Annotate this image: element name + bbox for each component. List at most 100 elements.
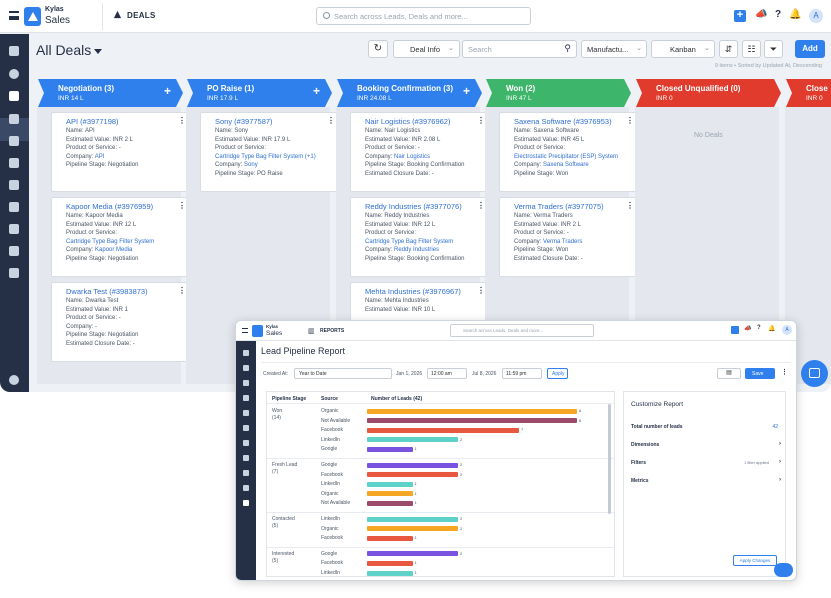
refresh-button[interactable]: ↻ <box>368 40 388 58</box>
dashboard-icon[interactable] <box>9 46 19 56</box>
workflow-icon[interactable] <box>9 224 19 234</box>
products-icon[interactable] <box>243 425 249 431</box>
table-scrollbar[interactable] <box>608 404 611 514</box>
sort-button[interactable]: ⇵ <box>719 40 738 58</box>
lead-count-bar[interactable] <box>367 570 413 576</box>
time-from-input[interactable]: 12:00 am <box>427 368 467 379</box>
view-selector[interactable]: All Deals <box>36 42 103 58</box>
deal-title-link[interactable]: Dwarka Test (#3983873) <box>66 287 148 296</box>
field-value[interactable]: Saxena Software <box>543 162 589 168</box>
report-search-input[interactable]: Search across Leads, Deals and more... <box>450 324 594 337</box>
card-menu-icon[interactable]: ⋮ <box>178 116 186 125</box>
lead-count-bar[interactable] <box>367 427 519 433</box>
deal-search-input[interactable]: Search ⚲ <box>462 40 577 58</box>
companies-icon[interactable] <box>243 410 249 416</box>
lead-count-bar[interactable] <box>367 491 413 497</box>
deal-info-select[interactable]: Deal Info ⌄ <box>393 40 460 58</box>
deal-card[interactable]: Kapoor Media (#3976959) ⋮ Name: Kapoor Med… <box>51 197 193 277</box>
reports-icon[interactable] <box>9 268 19 278</box>
deal-title-link[interactable]: Mehta Industries (#3976967) <box>365 287 461 296</box>
calendar-icon[interactable] <box>9 202 19 212</box>
deal-title-link[interactable]: API (#3977198) <box>66 117 119 126</box>
deal-title-link[interactable]: Kapoor Media (#3976959) <box>66 202 153 211</box>
deal-title-link[interactable]: Reddy Industries (#3977076) <box>365 202 462 211</box>
field-value[interactable]: Reddy Industries <box>394 247 439 253</box>
deal-card[interactable]: Verma Traders (#3977075) ⋮ Name: Verma Tra… <box>499 197 641 277</box>
deal-card[interactable]: API (#3977198) ⋮ Name: API Estimated Value:… <box>51 112 193 192</box>
contacts-icon[interactable] <box>243 365 249 371</box>
field-value[interactable]: API <box>95 154 105 160</box>
lead-count-bar[interactable] <box>367 500 413 506</box>
lead-count-bar[interactable] <box>367 472 458 478</box>
date-to[interactable]: Jul 8, 2026 <box>472 371 496 377</box>
add-deal-button[interactable]: Add <box>795 40 825 58</box>
deal-card[interactable]: Sony (#3977587) ⋮ Name: Sony Estimated Valu… <box>200 112 342 192</box>
help-icon[interactable]: ? <box>772 9 784 20</box>
apply-date-button[interactable]: Apply <box>547 368 568 379</box>
deal-title-link[interactable]: Saxena Software (#3976953) <box>514 117 612 126</box>
columns-button[interactable]: ☷ <box>742 40 761 58</box>
lead-count-bar[interactable] <box>367 481 413 487</box>
deal-title-link[interactable]: Nair Logistics (#3976962) <box>365 117 450 126</box>
layout-select[interactable]: Kanban ⌄ <box>651 40 715 58</box>
settings-gear-icon[interactable] <box>9 375 19 385</box>
quick-add-button[interactable]: + <box>734 10 746 22</box>
lead-count-bar[interactable] <box>367 551 458 557</box>
add-to-stage-button[interactable]: + <box>164 84 171 98</box>
field-value[interactable]: Cartridge Type Bag Filter System (+1) <box>215 154 316 160</box>
dashboard-icon[interactable] <box>243 350 249 356</box>
card-menu-icon[interactable]: ⋮ <box>477 201 485 210</box>
deal-card[interactable]: Dwarka Test (#3983873) ⋮ Name: Dwarka Test… <box>51 282 193 362</box>
card-menu-icon[interactable]: ⋮ <box>626 116 634 125</box>
reports-icon[interactable] <box>243 500 249 506</box>
lead-count-bar[interactable] <box>367 437 458 443</box>
marketing-icon[interactable] <box>9 246 19 256</box>
dimensions-section[interactable]: Dimensions › <box>631 441 781 448</box>
megaphone-icon[interactable]: 📣 <box>744 325 751 332</box>
metrics-section[interactable]: Metrics › <box>631 477 781 484</box>
report-chat-button[interactable] <box>774 563 793 577</box>
card-menu-icon[interactable]: ⋮ <box>327 116 335 125</box>
leads-icon[interactable] <box>9 114 19 124</box>
field-value[interactable]: Electrostatic Precipitator (ESP) System <box>514 154 618 160</box>
companies-icon[interactable] <box>9 136 19 146</box>
bell-icon[interactable]: 🔔 <box>768 325 775 332</box>
add-to-stage-button[interactable]: + <box>463 84 470 98</box>
tasks-icon[interactable] <box>9 180 19 190</box>
global-search-input[interactable]: Search across Leads, Deals and more... <box>316 7 531 25</box>
hamburger-menu-icon[interactable] <box>9 11 19 20</box>
card-menu-icon[interactable]: ⋮ <box>477 286 485 295</box>
date-range-select[interactable]: Year to Date <box>294 368 392 379</box>
deals-icon[interactable] <box>9 91 19 101</box>
field-value[interactable]: Nair Logistics <box>394 154 430 160</box>
apply-changes-button[interactable]: Apply Changes <box>733 555 777 566</box>
card-menu-icon[interactable]: ⋮ <box>626 201 634 210</box>
megaphone-icon[interactable]: 📣 <box>755 9 767 20</box>
field-value[interactable]: Verma Traders <box>543 239 582 245</box>
lead-count-bar[interactable] <box>367 560 413 566</box>
lead-count-bar[interactable] <box>367 418 577 424</box>
calendar-icon[interactable] <box>243 455 249 461</box>
lead-count-bar[interactable] <box>367 516 458 522</box>
deal-card[interactable]: Saxena Software (#3976953) ⋮ Name: Saxena … <box>499 112 641 192</box>
help-icon[interactable]: ? <box>757 325 761 331</box>
tasks-icon[interactable] <box>243 440 249 446</box>
deal-card[interactable]: Nair Logistics (#3976962) ⋮ Name: Nair Log… <box>350 112 492 192</box>
field-value[interactable]: Kapoor Media <box>95 247 132 253</box>
contacts-icon[interactable] <box>9 69 19 79</box>
deals-icon[interactable] <box>243 380 249 386</box>
chart-type-button[interactable]: ▤ <box>717 368 741 379</box>
card-menu-icon[interactable]: ⋮ <box>178 286 186 295</box>
leads-icon[interactable] <box>243 395 249 401</box>
chat-support-button[interactable] <box>801 360 828 387</box>
field-value[interactable]: Cartridge Type Bag Filter System <box>66 239 154 245</box>
workflow-icon[interactable] <box>243 470 249 476</box>
lead-count-bar[interactable] <box>367 526 458 532</box>
filters-section[interactable]: Filters 1 filter applied › <box>631 459 781 466</box>
lead-count-bar[interactable] <box>367 446 413 452</box>
manufacturer-filter-select[interactable]: Manufactu... ⌄ <box>581 40 647 58</box>
lead-count-bar[interactable] <box>367 535 413 541</box>
lead-count-bar[interactable] <box>367 462 458 468</box>
hamburger-menu-icon[interactable] <box>242 328 248 333</box>
user-avatar[interactable]: A <box>782 325 792 335</box>
